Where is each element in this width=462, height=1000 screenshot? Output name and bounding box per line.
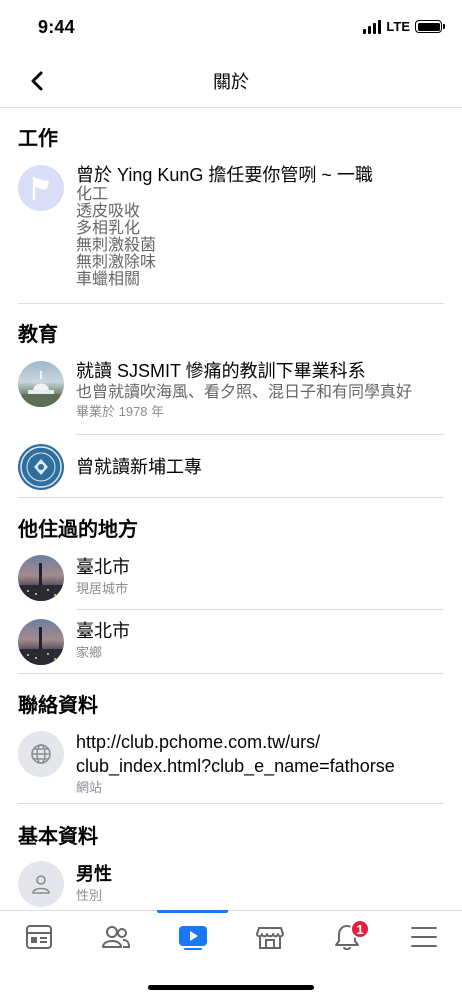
work-flag-icon	[18, 165, 64, 211]
section-title-places: 他住過的地方	[18, 519, 138, 541]
signal-icon	[363, 19, 382, 34]
about-content: 工作 曾於 Ying KunG 擔任要你管咧 ~ 一職 化工 透皮吸收 多相乳化…	[0, 108, 462, 910]
item-divider	[76, 434, 444, 435]
section-divider	[18, 303, 444, 304]
education-item[interactable]: 就讀 SJSMIT 慘痛的教訓下畢業科系 也曾就讀吹海風、看夕照、混日子和有同學…	[0, 360, 462, 420]
place-item[interactable]: 臺北市 現居城市	[0, 554, 462, 601]
education-title: 就讀 SJSMIT 慘痛的教訓下畢業科系	[76, 361, 366, 381]
home-indicator[interactable]	[148, 985, 314, 990]
work-headline: 曾於 Ying KunG 擔任要你管咧 ~ 一職	[76, 165, 373, 185]
work-detail: 無刺激除味	[76, 254, 157, 271]
education-graduation: 畢業於 1978 年	[76, 404, 165, 419]
place-item[interactable]: 臺北市 家鄉	[0, 618, 462, 665]
menu-icon	[410, 927, 437, 947]
status-bar: 9:44 LTE	[0, 0, 462, 56]
battery-icon	[415, 20, 445, 33]
item-divider	[76, 609, 444, 610]
person-icon	[18, 861, 64, 907]
watch-icon	[178, 926, 207, 950]
globe-icon	[18, 731, 64, 777]
work-detail: 透皮吸收	[76, 203, 141, 220]
page-title: 關於	[213, 72, 249, 92]
basic-gender-item[interactable]: 男性 性別	[0, 861, 462, 907]
work-item[interactable]: 曾於 Ying KunG 擔任要你管咧 ~ 一職 化工 透皮吸收 多相乳化 無刺…	[0, 164, 462, 288]
tab-watch[interactable]	[154, 911, 231, 963]
marketplace-icon	[255, 927, 284, 949]
school-photo-avatar	[18, 361, 64, 407]
work-detail: 車蠟相關	[76, 271, 141, 288]
tab-marketplace[interactable]	[231, 911, 308, 963]
section-title-contact: 聯絡資料	[18, 695, 98, 717]
section-title-basic: 基本資料	[18, 826, 98, 848]
tab-friends[interactable]	[77, 911, 154, 963]
website-url: http://club.pchome.com.tw/urs/	[76, 732, 321, 752]
friends-icon	[101, 926, 130, 948]
section-title-education: 教育	[18, 324, 58, 346]
gender-value: 男性	[76, 864, 112, 884]
education-detail: 也曾就讀吹海風、看夕照、混日子和有同學真好	[76, 384, 413, 401]
city-photo-avatar	[18, 619, 64, 665]
website-url: club_index.html?club_e_name=fathorse	[76, 756, 395, 776]
section-divider	[18, 803, 444, 804]
place-sub: 家鄉	[76, 645, 103, 660]
section-divider	[18, 673, 444, 674]
school-seal-avatar	[18, 444, 64, 490]
tab-news-feed[interactable]	[0, 911, 77, 963]
status-time: 9:44	[38, 17, 75, 37]
work-detail: 無刺激殺菌	[76, 237, 157, 254]
work-detail: 多相乳化	[76, 220, 141, 237]
network-label: LTE	[386, 19, 410, 34]
work-detail: 化工	[76, 186, 109, 203]
section-divider	[18, 497, 444, 498]
nav-bar: 關於	[0, 56, 462, 108]
place-title: 臺北市	[76, 621, 130, 641]
education-title: 曾就讀新埔工專	[76, 457, 202, 477]
city-photo-avatar	[18, 555, 64, 601]
news-feed-icon	[25, 925, 52, 949]
place-sub: 現居城市	[76, 581, 129, 596]
status-indicators: LTE	[363, 19, 445, 34]
education-item[interactable]: 曾就讀新埔工專	[0, 444, 462, 490]
notification-badge: 1	[350, 919, 370, 939]
website-label: 網站	[76, 780, 103, 795]
section-title-work: 工作	[18, 128, 58, 150]
place-title: 臺北市	[76, 557, 130, 577]
tab-notifications[interactable]: 1	[308, 911, 385, 963]
gender-label: 性別	[76, 888, 103, 903]
tab-menu[interactable]	[385, 911, 462, 963]
contact-website-item[interactable]: http://club.pchome.com.tw/urs/ club_inde…	[0, 731, 462, 796]
